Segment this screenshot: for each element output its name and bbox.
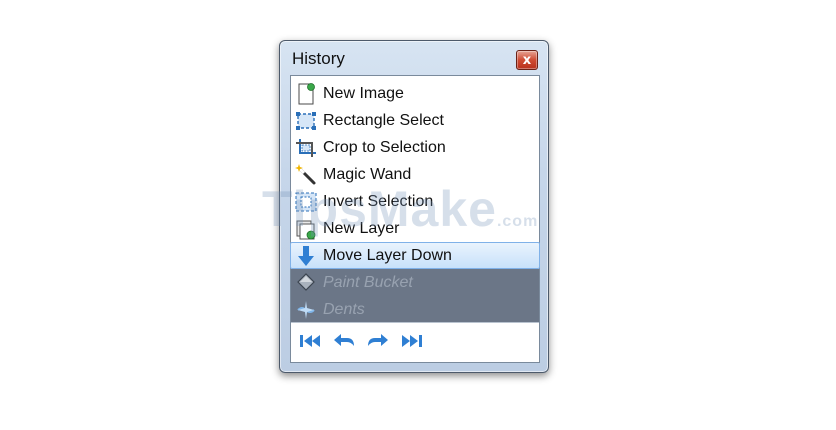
history-item-label: Dents bbox=[323, 300, 365, 318]
history-item-label: Paint Bucket bbox=[323, 273, 413, 291]
new-layer-icon bbox=[295, 218, 317, 240]
history-item-label: Crop to Selection bbox=[323, 138, 446, 156]
close-button[interactable]: x bbox=[516, 50, 538, 70]
history-panel: New Image Rectangle Select Crop to Selec… bbox=[290, 75, 540, 363]
paint-bucket-icon bbox=[295, 272, 317, 294]
undo-button[interactable] bbox=[331, 330, 357, 356]
history-item-label: Magic Wand bbox=[323, 165, 412, 183]
history-item-move-layer-down[interactable]: Move Layer Down bbox=[290, 242, 540, 269]
history-item-label: New Layer bbox=[323, 219, 400, 237]
rewind-to-start-button[interactable] bbox=[297, 330, 323, 356]
redo-button[interactable] bbox=[365, 330, 391, 356]
history-item-label: Invert Selection bbox=[323, 192, 434, 210]
undo-icon bbox=[332, 332, 356, 354]
crop-icon bbox=[295, 137, 317, 159]
history-item-crop-to-selection[interactable]: Crop to Selection bbox=[291, 134, 539, 161]
magic-wand-icon bbox=[295, 163, 317, 186]
history-item-label: Move Layer Down bbox=[323, 246, 452, 264]
history-item-dents[interactable]: Dents bbox=[291, 296, 539, 323]
rewind-to-start-icon bbox=[298, 332, 322, 354]
fast-forward-to-end-icon bbox=[400, 332, 424, 354]
history-list: New Image Rectangle Select Crop to Selec… bbox=[290, 80, 540, 323]
window-title: History bbox=[292, 49, 345, 68]
arrow-down-icon bbox=[295, 245, 317, 267]
history-toolbar bbox=[291, 322, 539, 362]
history-item-new-layer[interactable]: New Layer bbox=[291, 215, 539, 242]
history-item-magic-wand[interactable]: Magic Wand bbox=[291, 161, 539, 188]
history-item-invert-selection[interactable]: Invert Selection bbox=[291, 188, 539, 215]
fast-forward-to-end-button[interactable] bbox=[399, 330, 425, 356]
rectangle-select-icon bbox=[295, 110, 317, 132]
history-item-paint-bucket[interactable]: Paint Bucket bbox=[291, 269, 539, 296]
history-item-label: Rectangle Select bbox=[323, 111, 444, 129]
history-item-rectangle-select[interactable]: Rectangle Select bbox=[291, 107, 539, 134]
redo-icon bbox=[366, 332, 390, 354]
history-window: History x New Image Rectangle Select Cro… bbox=[279, 40, 549, 373]
close-icon: x bbox=[522, 52, 532, 68]
new-image-icon bbox=[295, 82, 317, 105]
history-item-label: New Image bbox=[323, 84, 404, 102]
invert-selection-icon bbox=[295, 191, 317, 213]
history-item-new-image[interactable]: New Image bbox=[291, 80, 539, 107]
title-bar[interactable]: History x bbox=[280, 41, 548, 75]
dents-icon bbox=[295, 299, 317, 321]
